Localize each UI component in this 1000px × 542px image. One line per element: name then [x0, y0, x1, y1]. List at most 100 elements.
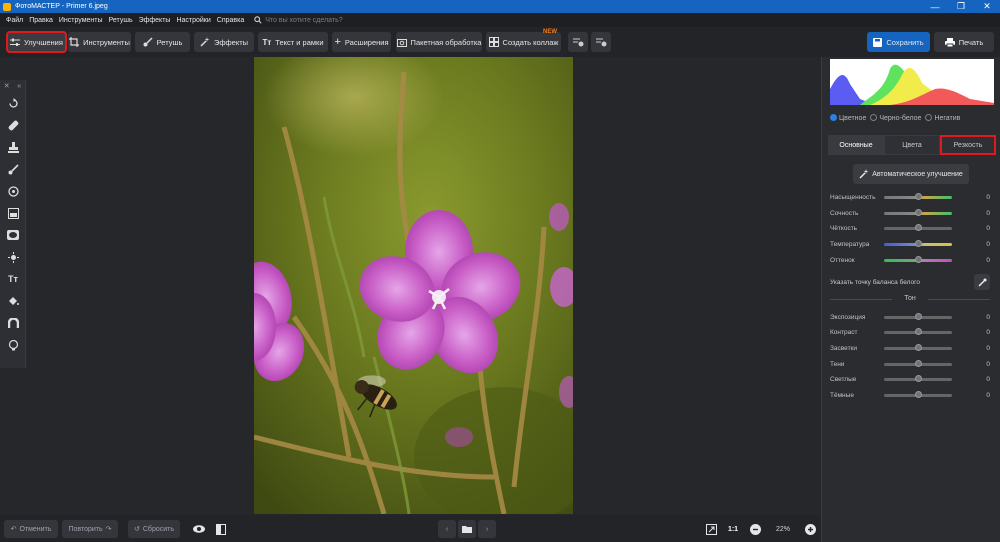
slider-knob[interactable]: [915, 192, 922, 200]
bulb-tool[interactable]: [0, 334, 26, 356]
print-button[interactable]: Печать: [934, 32, 994, 52]
undo-button[interactable]: ↶ Отменить: [4, 520, 58, 538]
whites-slider[interactable]: Светлые 0: [830, 374, 990, 384]
text-frames-button[interactable]: Tт Текст и рамки: [258, 32, 328, 52]
plus-circle-icon: [804, 523, 816, 535]
slider-knob[interactable]: [915, 374, 922, 382]
maximize-button[interactable]: ❐: [948, 0, 974, 13]
app-logo-icon: [3, 2, 11, 11]
preview-button[interactable]: [190, 520, 208, 538]
slider-knob[interactable]: [915, 327, 922, 335]
tab-colors[interactable]: Цвета: [884, 135, 940, 155]
minimize-button[interactable]: —: [922, 0, 948, 13]
magnet-tool[interactable]: [0, 312, 26, 334]
mode-color[interactable]: Цветное: [830, 114, 866, 122]
saturation-slider[interactable]: Насыщенность 0: [830, 192, 990, 202]
reset-button[interactable]: ↺ Сбросить: [128, 520, 180, 538]
photo[interactable]: [254, 57, 573, 514]
redo-icon: ↷: [105, 526, 112, 533]
open-folder-button[interactable]: [458, 520, 476, 538]
text-frames-label: Текст и рамки: [275, 37, 324, 47]
crop-icon: [69, 37, 80, 47]
mode-negative[interactable]: Негатив: [925, 114, 960, 122]
collapse-panel-icon[interactable]: «: [17, 83, 21, 90]
text-tool[interactable]: Tт: [0, 268, 26, 290]
actual-size-button[interactable]: 1:1: [724, 520, 742, 538]
menu-file[interactable]: Файл: [6, 17, 23, 24]
brush-tool[interactable]: [0, 158, 26, 180]
add-layer-button[interactable]: [568, 32, 588, 52]
menu-help[interactable]: Справка: [217, 17, 244, 24]
menu-settings[interactable]: Настройки: [176, 17, 210, 24]
stamp-tool[interactable]: [0, 136, 26, 158]
healing-tool[interactable]: [0, 114, 26, 136]
tab-sharpness[interactable]: Резкость: [940, 135, 996, 155]
collage-button[interactable]: Создать коллаж NEW: [486, 29, 561, 52]
menu-search[interactable]: Что вы хотите сделать?: [254, 16, 343, 24]
retouch-button[interactable]: Ретушь: [135, 32, 190, 52]
rotate-tool[interactable]: [0, 92, 26, 114]
slider-knob[interactable]: [915, 239, 922, 247]
contrast-slider[interactable]: Контраст 0: [830, 327, 990, 337]
fill-tool[interactable]: [0, 290, 26, 312]
extensions-button[interactable]: + Расширения: [332, 32, 391, 52]
brush-icon: [143, 37, 153, 47]
tools-button[interactable]: Инструменты: [68, 32, 131, 52]
gradient-tool[interactable]: [0, 202, 26, 224]
eyedropper-button[interactable]: [974, 274, 990, 290]
slider-knob[interactable]: [915, 312, 922, 320]
menu-effects[interactable]: Эффекты: [139, 17, 171, 24]
auto-enhance-button[interactable]: Автоматическое улучшение: [853, 164, 969, 184]
mode-bw[interactable]: Черно-белое: [870, 114, 921, 122]
zoom-in-button[interactable]: [803, 520, 817, 538]
slider-knob[interactable]: [915, 359, 922, 367]
shadows-slider[interactable]: Тени 0: [830, 359, 990, 369]
menu-retouch[interactable]: Ретушь: [109, 17, 133, 24]
slider-knob[interactable]: [915, 390, 922, 398]
slider-knob[interactable]: [915, 208, 922, 216]
next-image-button[interactable]: ›: [478, 520, 496, 538]
close-panel-icon[interactable]: ✕: [4, 82, 10, 90]
menu-tools[interactable]: Инструменты: [59, 17, 103, 24]
redo-button[interactable]: Повторить ↷: [62, 520, 118, 538]
clarity-slider[interactable]: Чёткость 0: [830, 223, 990, 233]
magnet-icon: [7, 317, 19, 328]
search-placeholder: Что вы хотите сделать?: [265, 16, 343, 24]
prev-image-button[interactable]: ‹: [438, 520, 456, 538]
compare-button[interactable]: [212, 520, 230, 538]
slider-knob[interactable]: [915, 255, 922, 263]
minus-circle-icon: [749, 523, 761, 535]
save-button[interactable]: Сохранить: [867, 32, 930, 52]
gradient-icon: [7, 207, 19, 219]
fit-screen-button[interactable]: [702, 520, 720, 538]
vignette-tool[interactable]: [0, 224, 26, 246]
slider-knob[interactable]: [915, 223, 922, 231]
menu-edit[interactable]: Правка: [29, 17, 53, 24]
slider-knob[interactable]: [915, 343, 922, 351]
tab-basic[interactable]: Основные: [828, 135, 884, 155]
printer-icon: [944, 37, 955, 47]
vignette-icon: [7, 230, 19, 240]
radial-tool[interactable]: [0, 180, 26, 202]
enhance-button[interactable]: Улучшения: [6, 31, 67, 53]
save-icon: [873, 37, 883, 47]
histogram: [830, 59, 994, 105]
brush-icon: [8, 163, 19, 174]
zoom-out-button[interactable]: [748, 520, 762, 538]
temperature-slider[interactable]: Температура 0: [830, 239, 990, 249]
batch-button[interactable]: Пакетная обработка: [396, 32, 482, 52]
blacks-slider[interactable]: Тёмные 0: [830, 390, 990, 400]
reset-label: Сбросить: [142, 525, 174, 533]
adjust-tabs: Основные Цвета Резкость: [828, 135, 996, 155]
tools-label: Инструменты: [83, 37, 130, 47]
effects-button[interactable]: Эффекты: [194, 32, 254, 52]
redo-label: Повторить: [68, 525, 103, 533]
close-button[interactable]: ✕: [974, 0, 1000, 13]
light-tool[interactable]: [0, 246, 26, 268]
exposure-slider[interactable]: Экспозиция 0: [830, 312, 990, 322]
remove-layer-button[interactable]: [591, 32, 611, 52]
vibrance-slider[interactable]: Сочность 0: [830, 208, 990, 218]
tint-slider[interactable]: Оттенок 0: [830, 255, 990, 265]
highlights-slider[interactable]: Засветки 0: [830, 343, 990, 353]
healing-icon: [8, 120, 18, 130]
